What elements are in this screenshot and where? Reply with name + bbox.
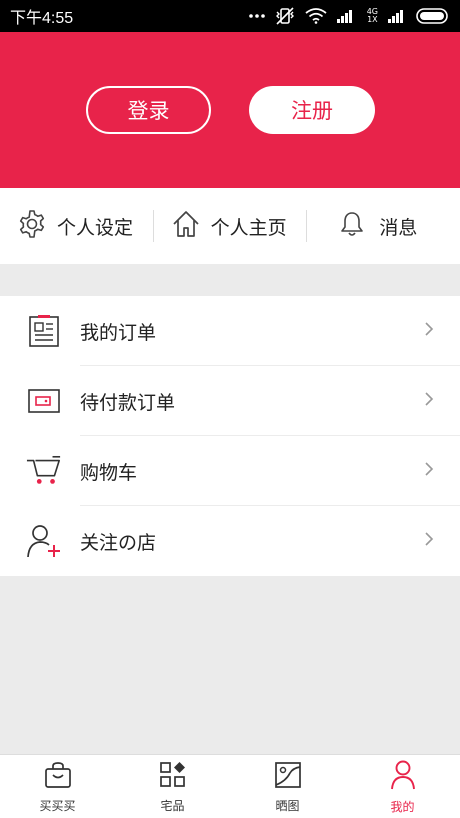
chevron-right-icon — [424, 321, 434, 341]
quick-item-messages[interactable]: 消息 — [307, 188, 460, 264]
status-bar: 下午4:55 4G 1X — [0, 0, 460, 32]
battery-icon — [416, 8, 450, 24]
menu-item-label: 购物车 — [80, 461, 138, 484]
menu-item-label: 关注の店 — [80, 531, 157, 554]
nav-tab-label: 晒图 — [275, 799, 300, 813]
wifi-icon — [305, 8, 327, 24]
person-icon — [389, 760, 417, 794]
home-icon — [171, 209, 201, 243]
quick-item-label: 消息 — [379, 216, 418, 239]
order-list-icon — [26, 313, 62, 349]
account-menu: 我的订单 待付款订单 购物车 关注の店 — [0, 296, 460, 576]
menu-item-label: 待付款订单 — [80, 391, 176, 414]
nav-tab-shop[interactable]: 买买买 — [0, 755, 115, 818]
menu-item-followed-stores[interactable]: 关注の店 — [0, 506, 460, 576]
menu-item-cart[interactable]: 购物车 — [0, 436, 460, 506]
quick-actions-bar: 个人设定 个人主页 消息 — [0, 188, 460, 264]
shopping-bag-icon — [44, 761, 72, 793]
quick-item-settings[interactable]: 个人设定 — [0, 188, 153, 264]
more-dots-icon — [248, 13, 265, 19]
chevron-right-icon — [424, 461, 434, 481]
nav-tab-label: 我的 — [390, 800, 415, 814]
signal-icon — [336, 9, 357, 23]
gear-icon — [17, 209, 47, 243]
nav-tab-label: 买买买 — [39, 799, 76, 813]
wallet-icon — [26, 383, 62, 419]
network-type: 4G 1X — [367, 8, 378, 24]
nav-tab-label: 宅品 — [160, 799, 185, 813]
login-button[interactable]: 登录 — [86, 86, 211, 134]
menu-item-label: 我的订单 — [80, 321, 157, 344]
network-1x-label: 1X — [367, 15, 378, 24]
status-time: 下午4:55 — [10, 10, 74, 27]
quick-item-label: 个人设定 — [57, 216, 134, 239]
bottom-nav: 买买买 宅品 晒图 我的 — [0, 754, 460, 818]
nav-tab-photos[interactable]: 晒图 — [230, 755, 345, 818]
account-header: 登录 注册 — [0, 32, 460, 188]
chevron-right-icon — [424, 531, 434, 551]
cart-icon — [26, 453, 62, 489]
follow-user-icon — [26, 523, 62, 559]
quick-item-homepage[interactable]: 个人主页 — [154, 188, 307, 264]
menu-item-my-orders[interactable]: 我的订单 — [0, 296, 460, 366]
status-icons: 4G 1X — [248, 7, 450, 25]
nav-tab-me[interactable]: 我的 — [345, 755, 460, 818]
photo-icon — [274, 761, 302, 793]
menu-item-pending-payment[interactable]: 待付款订单 — [0, 366, 460, 436]
nav-tab-products[interactable]: 宅品 — [115, 755, 230, 818]
vibrate-off-icon — [275, 7, 295, 25]
chevron-right-icon — [424, 391, 434, 411]
bell-icon — [339, 210, 365, 242]
grid-icon — [159, 761, 187, 793]
register-button[interactable]: 注册 — [249, 86, 375, 134]
quick-item-label: 个人主页 — [210, 216, 287, 239]
signal-icon-2 — [388, 9, 406, 23]
